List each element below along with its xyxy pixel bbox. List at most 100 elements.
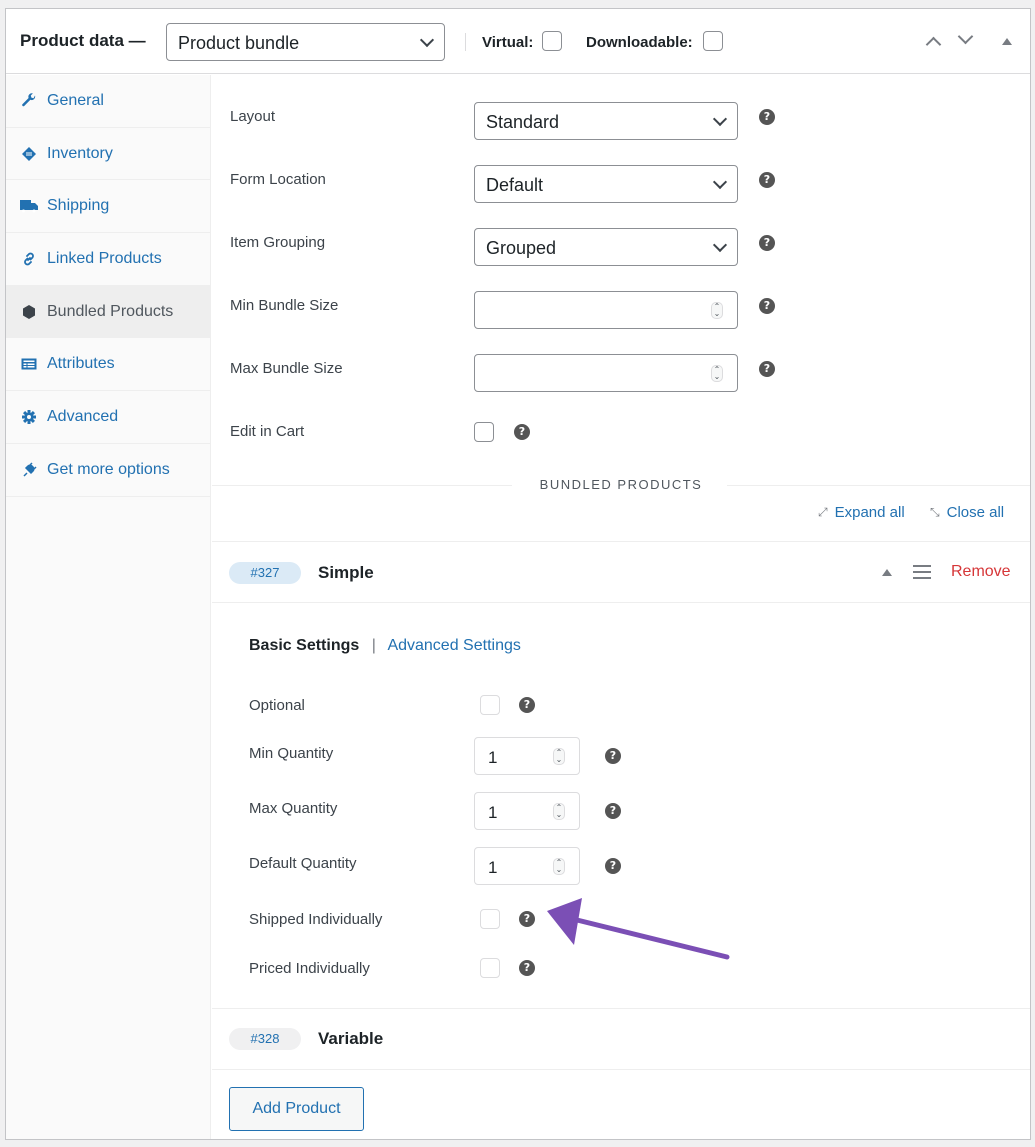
expand-all-link[interactable]: ⤢ Expand all bbox=[818, 504, 905, 521]
min-quantity-input[interactable]: 1 ⌃ ⌄ bbox=[474, 737, 580, 775]
help-icon[interactable]: ? bbox=[759, 235, 775, 251]
bundled-item-header[interactable]: #328 Variable bbox=[212, 1009, 1030, 1069]
tab-basic-settings[interactable]: Basic Settings bbox=[249, 637, 359, 654]
default-quantity-input[interactable]: 1 ⌃ ⌄ bbox=[474, 847, 580, 885]
item-name: Variable bbox=[318, 1029, 384, 1048]
default-quantity-value: 1 bbox=[488, 858, 498, 877]
shipped-individually-checkbox[interactable] bbox=[480, 909, 500, 929]
priced-individually-checkbox[interactable] bbox=[480, 958, 500, 978]
help-icon[interactable]: ? bbox=[759, 298, 775, 314]
min-bundle-size-row: Min Bundle Size ⌃ ⌄ ? bbox=[212, 291, 1030, 331]
help-icon[interactable]: ? bbox=[514, 424, 530, 440]
max-bundle-size-input[interactable]: ⌃ ⌄ bbox=[474, 354, 738, 392]
help-icon[interactable]: ? bbox=[759, 172, 775, 188]
form-location-value: Default bbox=[486, 175, 544, 195]
help-icon[interactable]: ? bbox=[759, 361, 775, 377]
min-quantity-value: 1 bbox=[488, 748, 498, 767]
min-quantity-row: Min Quantity 1 ⌃ ⌄ ? bbox=[212, 737, 1030, 777]
sidebar-item-label: Shipping bbox=[47, 197, 110, 215]
sidebar-item-label: Linked Products bbox=[47, 249, 162, 267]
move-up-icon[interactable] bbox=[925, 36, 942, 53]
number-spinner[interactable]: ⌃ ⌄ bbox=[711, 365, 723, 382]
expand-all-label: Expand all bbox=[834, 504, 905, 521]
bundled-item-header[interactable]: #327 Simple Remove bbox=[212, 542, 1030, 602]
drag-handle-icon[interactable] bbox=[913, 565, 931, 579]
sidebar-item-label: Attributes bbox=[47, 355, 115, 373]
remove-item-link[interactable]: Remove bbox=[951, 563, 1011, 581]
layout-value: Standard bbox=[486, 112, 560, 132]
sidebar-item-label: Inventory bbox=[47, 144, 113, 162]
min-bundle-size-input[interactable]: ⌃ ⌄ bbox=[474, 291, 738, 329]
divider bbox=[212, 602, 1030, 603]
product-type-value: Product bundle bbox=[178, 33, 300, 53]
default-quantity-row: Default Quantity 1 ⌃ ⌄ ? bbox=[212, 847, 1030, 887]
add-product-button[interactable]: Add Product bbox=[229, 1087, 364, 1131]
item-grouping-value: Grouped bbox=[486, 238, 557, 258]
max-quantity-label: Max Quantity bbox=[249, 800, 338, 817]
item-settings-tabs: Basic Settings | Advanced Settings bbox=[249, 637, 521, 655]
max-bundle-size-label: Max Bundle Size bbox=[230, 360, 343, 377]
layout-select[interactable]: Standard bbox=[474, 102, 738, 140]
max-quantity-value: 1 bbox=[488, 803, 498, 822]
product-type-select[interactable]: Product bundle bbox=[166, 23, 445, 61]
sidebar-item-bundled-products[interactable]: Bundled Products bbox=[6, 285, 210, 339]
item-id-badge: #327 bbox=[229, 562, 301, 584]
collapse-item-icon[interactable] bbox=[882, 569, 892, 576]
sidebar-item-attributes[interactable]: Attributes bbox=[6, 338, 210, 392]
layout-label: Layout bbox=[230, 108, 276, 125]
virtual-checkbox[interactable] bbox=[542, 31, 562, 51]
edit-in-cart-checkbox[interactable] bbox=[474, 422, 494, 442]
max-quantity-row: Max Quantity 1 ⌃ ⌄ ? bbox=[212, 792, 1030, 832]
optional-label: Optional bbox=[249, 697, 305, 714]
help-icon[interactable]: ? bbox=[605, 858, 621, 874]
chevron-down-icon bbox=[712, 111, 728, 127]
edit-in-cart-row: Edit in Cart ? bbox=[212, 417, 1030, 457]
move-down-icon[interactable] bbox=[957, 28, 974, 45]
section-title: BUNDLED PRODUCTS bbox=[539, 477, 703, 492]
sidebar-item-shipping[interactable]: Shipping bbox=[6, 180, 210, 234]
form-location-select[interactable]: Default bbox=[474, 165, 738, 203]
help-icon[interactable]: ? bbox=[759, 109, 775, 125]
number-spinner[interactable]: ⌃ ⌄ bbox=[553, 803, 565, 820]
sidebar-item-general[interactable]: General bbox=[6, 75, 210, 128]
max-bundle-size-row: Max Bundle Size ⌃ ⌄ ? bbox=[212, 354, 1030, 394]
help-icon[interactable]: ? bbox=[519, 697, 535, 713]
header-divider bbox=[465, 33, 466, 51]
help-icon[interactable]: ? bbox=[519, 960, 535, 976]
help-icon[interactable]: ? bbox=[605, 748, 621, 764]
hexagon-icon bbox=[20, 303, 38, 321]
layout-row: Layout Standard ? bbox=[212, 102, 1030, 142]
help-icon[interactable]: ? bbox=[605, 803, 621, 819]
chevron-down-icon bbox=[712, 237, 728, 253]
max-quantity-input[interactable]: 1 ⌃ ⌄ bbox=[474, 792, 580, 830]
number-spinner[interactable]: ⌃ ⌄ bbox=[553, 858, 565, 875]
truck-icon bbox=[20, 197, 38, 215]
optional-checkbox[interactable] bbox=[480, 695, 500, 715]
item-grouping-select[interactable]: Grouped bbox=[474, 228, 738, 266]
sidebar-item-inventory[interactable]: Inventory bbox=[6, 128, 210, 181]
gear-icon bbox=[20, 408, 38, 426]
close-all-label: Close all bbox=[946, 504, 1005, 521]
sidebar-item-linked-products[interactable]: Linked Products bbox=[6, 233, 210, 286]
min-quantity-label: Min Quantity bbox=[249, 745, 334, 762]
close-all-link[interactable]: ⤡ Close all bbox=[930, 504, 1004, 521]
min-bundle-size-label: Min Bundle Size bbox=[230, 297, 339, 314]
product-data-tabs: General Inventory Shipping Linked Produc… bbox=[6, 75, 211, 1139]
form-location-label: Form Location bbox=[230, 171, 326, 188]
chevron-down-icon bbox=[419, 32, 435, 48]
sidebar-item-label: Get more options bbox=[47, 460, 170, 478]
downloadable-label: Downloadable: bbox=[586, 34, 693, 51]
chevron-down-icon bbox=[712, 174, 728, 190]
number-spinner[interactable]: ⌃ ⌄ bbox=[711, 302, 723, 319]
sidebar-item-get-more-options[interactable]: Get more options bbox=[6, 444, 210, 497]
virtual-label: Virtual: bbox=[482, 34, 534, 51]
panel-title: Product data — bbox=[20, 31, 146, 50]
tab-advanced-settings[interactable]: Advanced Settings bbox=[387, 637, 520, 654]
collapse-panel-icon[interactable] bbox=[1002, 38, 1012, 45]
help-icon[interactable]: ? bbox=[519, 911, 535, 927]
item-grouping-label: Item Grouping bbox=[230, 234, 326, 251]
divider bbox=[212, 1069, 1030, 1070]
downloadable-checkbox[interactable] bbox=[703, 31, 723, 51]
sidebar-item-advanced[interactable]: Advanced bbox=[6, 391, 210, 444]
number-spinner[interactable]: ⌃ ⌄ bbox=[553, 748, 565, 765]
